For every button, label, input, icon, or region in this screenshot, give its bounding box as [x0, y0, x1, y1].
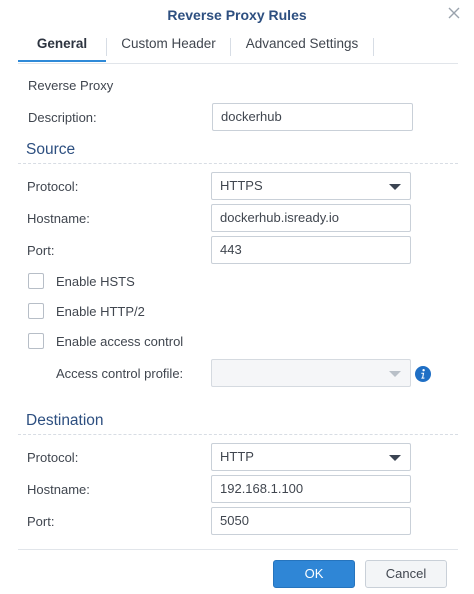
chevron-down-icon — [389, 455, 401, 461]
destination-hostname-label: Hostname: — [27, 482, 90, 497]
tab-divider — [373, 38, 374, 56]
enable-access-control-checkbox[interactable] — [28, 333, 44, 349]
destination-protocol-label: Protocol: — [27, 450, 79, 465]
description-label: Description: — [28, 110, 97, 125]
source-port-input[interactable]: 443 — [211, 236, 411, 264]
access-control-profile-label: Access control profile: — [56, 366, 184, 381]
destination-port-input[interactable]: 5050 — [211, 507, 411, 535]
active-tab-indicator — [18, 60, 106, 62]
destination-protocol-value: HTTP — [220, 449, 254, 464]
tab-advanced-settings[interactable]: Advanced Settings — [231, 32, 373, 60]
enable-hsts-checkbox[interactable] — [28, 273, 44, 289]
tab-custom-header[interactable]: Custom Header — [107, 32, 230, 60]
enable-hsts-label: Enable HSTS — [56, 274, 135, 289]
tabs-divider — [18, 63, 458, 64]
tab-general[interactable]: General — [18, 32, 106, 60]
cancel-button[interactable]: Cancel — [365, 560, 447, 588]
dialog-titlebar: Reverse Proxy Rules — [0, 0, 474, 32]
info-icon[interactable] — [415, 366, 431, 382]
destination-protocol-select[interactable]: HTTP — [211, 443, 411, 471]
source-port-label: Port: — [27, 243, 55, 258]
chevron-down-icon — [389, 184, 401, 190]
enable-http2-checkbox[interactable] — [28, 303, 44, 319]
close-icon[interactable] — [447, 6, 461, 20]
enable-http2-label: Enable HTTP/2 — [56, 304, 145, 319]
enable-access-control-label: Enable access control — [56, 334, 184, 349]
chevron-down-icon — [389, 371, 401, 377]
reverse-proxy-dialog: Reverse Proxy Rules General Custom Heade… — [0, 0, 474, 594]
destination-port-label: Port: — [27, 514, 55, 529]
reverse-proxy-heading: Reverse Proxy — [28, 78, 114, 93]
destination-divider — [18, 434, 458, 435]
source-protocol-value: HTTPS — [220, 178, 263, 193]
description-input[interactable]: dockerhub — [212, 103, 413, 131]
ok-button[interactable]: OK — [273, 560, 355, 588]
source-protocol-select[interactable]: HTTPS — [211, 172, 411, 200]
source-hostname-input[interactable]: dockerhub.isready.io — [211, 204, 411, 232]
dialog-title: Reverse Proxy Rules — [167, 7, 307, 23]
destination-hostname-input[interactable]: 192.168.1.100 — [211, 475, 411, 503]
footer-divider — [18, 549, 458, 550]
source-hostname-label: Hostname: — [27, 211, 90, 226]
destination-section-title: Destination — [26, 412, 104, 429]
source-divider — [18, 163, 458, 164]
source-protocol-label: Protocol: — [27, 179, 79, 194]
access-control-profile-select[interactable] — [211, 359, 411, 387]
source-section-title: Source — [26, 141, 76, 158]
